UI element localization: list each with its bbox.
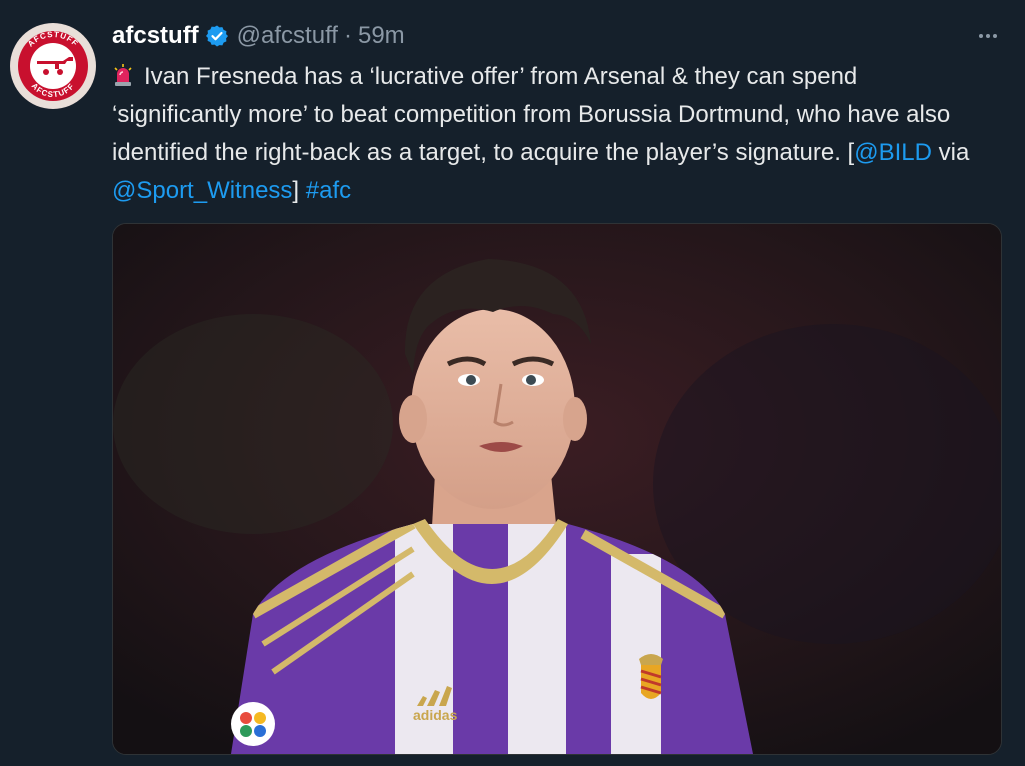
tweet-text-body: Ivan Fresneda has a ‘lucrative offer’ fr… (112, 63, 951, 166)
club-crest-icon (639, 654, 663, 699)
hashtag-afc[interactable]: #afc (306, 177, 351, 204)
player-photo: adidas (113, 224, 1001, 754)
mention-bild[interactable]: @BILD (854, 139, 932, 166)
avatar[interactable]: AFCSTUFF AFCSTUFF (10, 23, 96, 109)
kit-brand-text: adidas (413, 707, 458, 723)
tweet-text: Ivan Fresneda has a ‘lucrative offer’ fr… (112, 58, 992, 210)
tweet-media[interactable]: adidas (112, 223, 1002, 755)
verified-badge-icon[interactable] (205, 24, 229, 48)
tweet[interactable]: AFCSTUFF AFCSTUFF afcstuff @afcstuff · 5… (0, 0, 1025, 766)
separator-dot: · (343, 22, 352, 49)
timestamp[interactable]: 59m (358, 22, 405, 50)
more-options-icon[interactable] (974, 22, 1002, 50)
afcstuff-logo-icon: AFCSTUFF AFCSTUFF (11, 24, 95, 108)
tweet-text-via: via (931, 139, 970, 166)
handle[interactable]: @afcstuff (237, 22, 338, 50)
tweet-text-bracket: ] (292, 177, 306, 204)
police-light-icon (112, 61, 134, 86)
league-patch-icon (231, 702, 275, 746)
mention-sport-witness[interactable]: @Sport_Witness (112, 177, 292, 204)
tweet-header: afcstuff @afcstuff · 59m (112, 19, 405, 53)
display-name[interactable]: afcstuff (112, 22, 199, 50)
